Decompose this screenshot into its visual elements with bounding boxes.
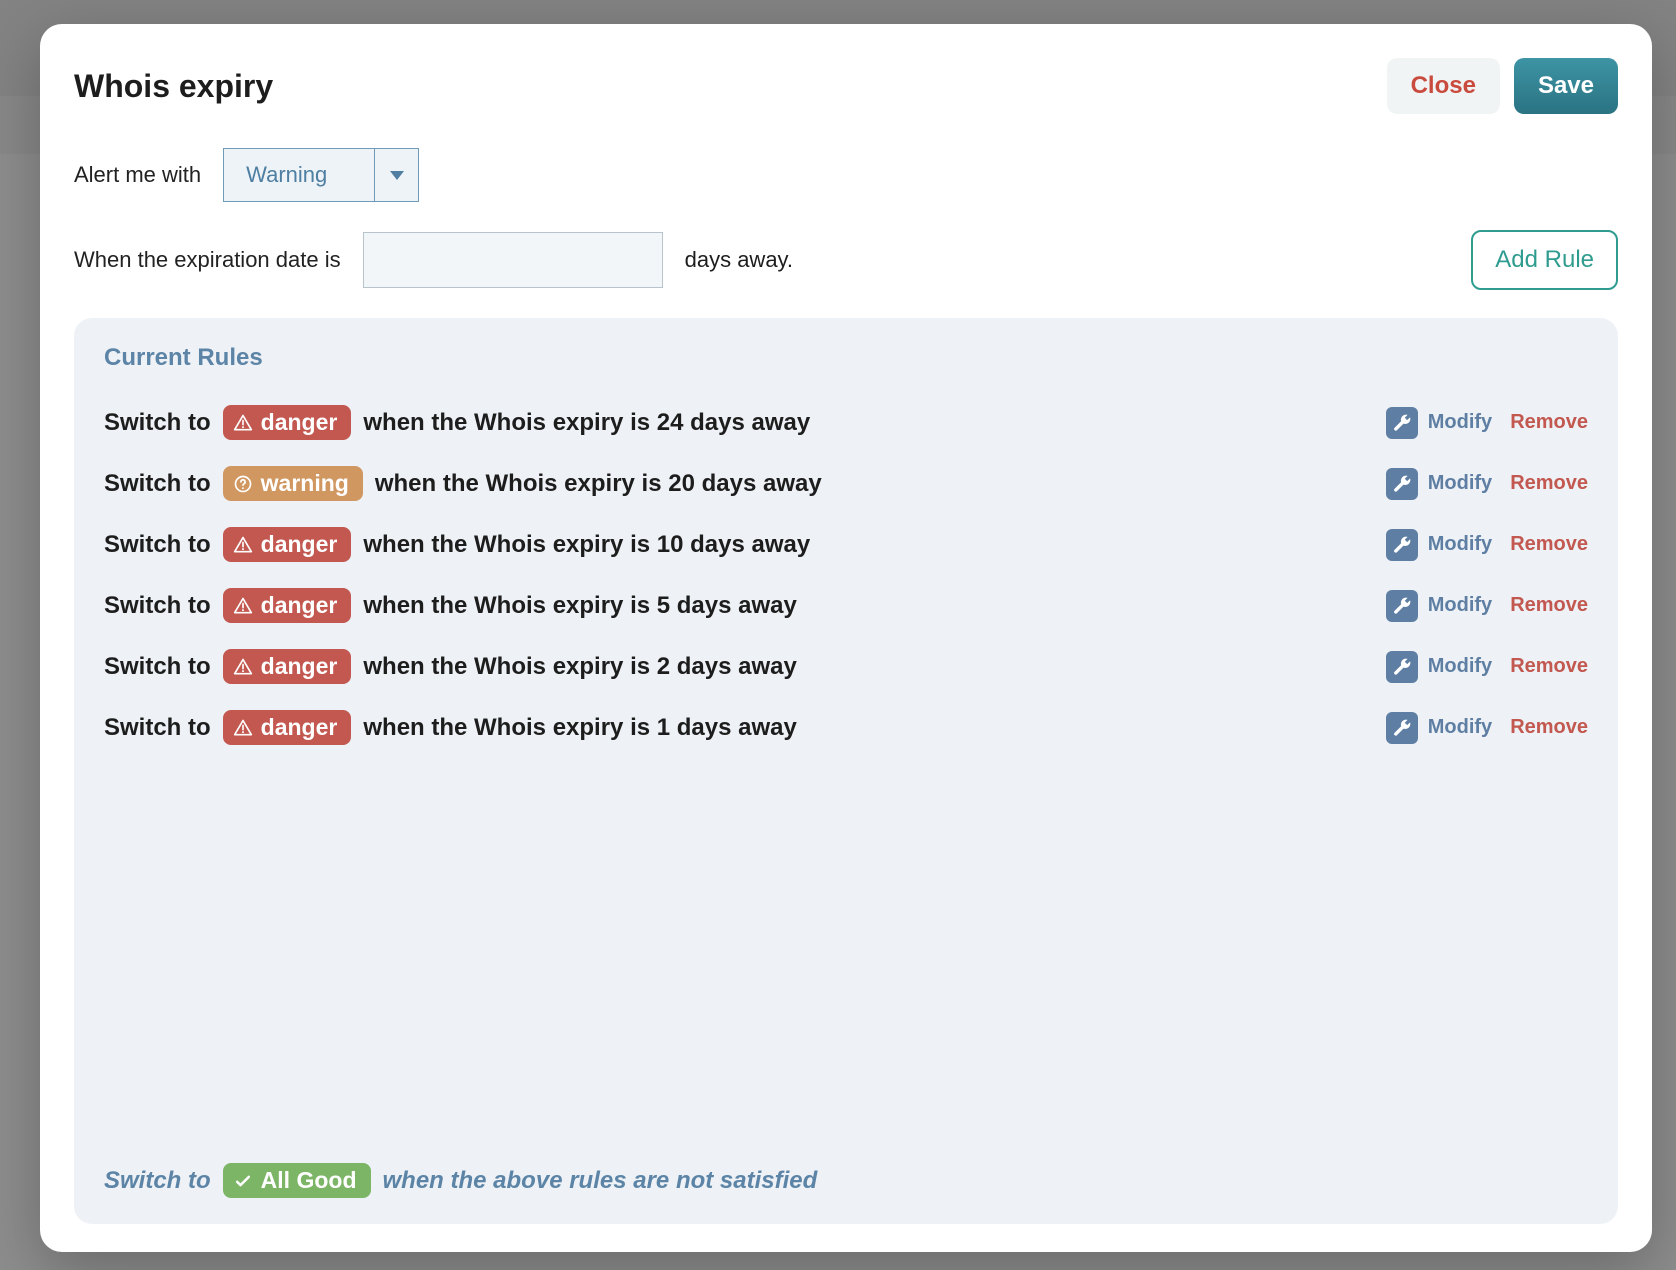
rule-prefix: Switch to [104, 592, 211, 620]
days-row: When the expiration date is days away. A… [74, 230, 1618, 290]
days-input[interactable] [363, 232, 663, 288]
wrench-icon [1392, 657, 1412, 677]
modify-button[interactable]: Modify [1386, 590, 1492, 622]
modify-label: Modify [1428, 655, 1492, 678]
status-badge-label: danger [261, 409, 338, 436]
modify-button[interactable]: Modify [1386, 407, 1492, 439]
question-circle-icon [233, 474, 253, 494]
wrench-icon-box [1386, 590, 1418, 622]
rule-prefix: Switch to [104, 653, 211, 681]
remove-button[interactable]: Remove [1510, 411, 1588, 434]
rule-prefix: Switch to [104, 470, 211, 498]
remove-button[interactable]: Remove [1510, 716, 1588, 739]
rule-row: Switch to warning when the Whois expiry is… [104, 453, 1588, 514]
remove-button[interactable]: Remove [1510, 655, 1588, 678]
whois-expiry-modal: Whois expiry Close Save Alert me with Wa… [40, 24, 1652, 1252]
rule-actions: Modify Remove [1386, 468, 1588, 500]
rule-condition: when the Whois expiry is 10 days away [363, 531, 810, 559]
status-badge: danger [223, 710, 352, 745]
warning-triangle-icon [233, 535, 253, 555]
warning-triangle-icon [233, 596, 253, 616]
alert-level-select[interactable]: Warning [223, 148, 419, 202]
rules-list: Switch to danger when the Whois expiry is … [104, 392, 1588, 758]
wrench-icon-box [1386, 529, 1418, 561]
rule-actions: Modify Remove [1386, 529, 1588, 561]
modify-label: Modify [1428, 472, 1492, 495]
status-badge: warning [223, 466, 363, 501]
fallback-prefix: Switch to [104, 1167, 211, 1195]
rule-actions: Modify Remove [1386, 712, 1588, 744]
wrench-icon [1392, 535, 1412, 555]
wrench-icon [1392, 718, 1412, 738]
modify-label: Modify [1428, 594, 1492, 617]
modify-button[interactable]: Modify [1386, 651, 1492, 683]
remove-button[interactable]: Remove [1510, 472, 1588, 495]
check-icon [233, 1171, 253, 1191]
fallback-rule: Switch to All Good when the above rules … [104, 1123, 1588, 1198]
current-rules-title: Current Rules [104, 344, 1588, 372]
save-button[interactable]: Save [1514, 58, 1618, 114]
rule-condition: when the Whois expiry is 24 days away [363, 409, 810, 437]
rule-prefix: Switch to [104, 531, 211, 559]
rule-row: Switch to danger when the Whois expiry is … [104, 392, 1588, 453]
status-badge-label: danger [261, 531, 338, 558]
modify-label: Modify [1428, 533, 1492, 556]
rule-condition: when the Whois expiry is 1 days away [363, 714, 797, 742]
wrench-icon-box [1386, 651, 1418, 683]
status-badge-label: danger [261, 592, 338, 619]
wrench-icon [1392, 596, 1412, 616]
rule-prefix: Switch to [104, 409, 211, 437]
modify-button[interactable]: Modify [1386, 712, 1492, 744]
expiration-when-label: When the expiration date is [74, 247, 341, 273]
rule-actions: Modify Remove [1386, 651, 1588, 683]
chevron-down-icon [374, 149, 418, 201]
all-good-badge: All Good [223, 1163, 371, 1198]
status-badge: danger [223, 588, 352, 623]
modify-button[interactable]: Modify [1386, 468, 1492, 500]
wrench-icon [1392, 474, 1412, 494]
current-rules-panel: Current Rules Switch to danger when the Wh… [74, 318, 1618, 1224]
days-suffix: days away. [685, 247, 793, 273]
rule-actions: Modify Remove [1386, 590, 1588, 622]
modify-label: Modify [1428, 411, 1492, 434]
rule-condition: when the Whois expiry is 5 days away [363, 592, 797, 620]
warning-triangle-icon [233, 718, 253, 738]
rule-condition: when the Whois expiry is 2 days away [363, 653, 797, 681]
alert-level-label: Alert me with [74, 162, 201, 188]
alert-level-row: Alert me with Warning [74, 148, 1618, 202]
status-badge-label: warning [261, 470, 349, 497]
status-badge: danger [223, 527, 352, 562]
status-badge-label: danger [261, 653, 338, 680]
wrench-icon [1392, 413, 1412, 433]
modify-button[interactable]: Modify [1386, 529, 1492, 561]
remove-button[interactable]: Remove [1510, 594, 1588, 617]
add-rule-button[interactable]: Add Rule [1471, 230, 1618, 290]
rule-row: Switch to danger when the Whois expiry is … [104, 697, 1588, 758]
status-badge-label: danger [261, 714, 338, 741]
all-good-badge-label: All Good [261, 1167, 357, 1194]
rule-prefix: Switch to [104, 714, 211, 742]
rule-condition: when the Whois expiry is 20 days away [375, 470, 822, 498]
modify-label: Modify [1428, 716, 1492, 739]
remove-button[interactable]: Remove [1510, 533, 1588, 556]
wrench-icon-box [1386, 407, 1418, 439]
rule-row: Switch to danger when the Whois expiry is … [104, 575, 1588, 636]
wrench-icon-box [1386, 468, 1418, 500]
modal-header: Whois expiry Close Save [74, 58, 1618, 114]
wrench-icon-box [1386, 712, 1418, 744]
rule-actions: Modify Remove [1386, 407, 1588, 439]
rule-row: Switch to danger when the Whois expiry is … [104, 636, 1588, 697]
status-badge: danger [223, 649, 352, 684]
alert-level-selected-value: Warning [224, 149, 374, 201]
close-button[interactable]: Close [1387, 58, 1500, 114]
rule-row: Switch to danger when the Whois expiry is … [104, 514, 1588, 575]
modal-header-buttons: Close Save [1387, 58, 1618, 114]
warning-triangle-icon [233, 657, 253, 677]
warning-triangle-icon [233, 413, 253, 433]
status-badge: danger [223, 405, 352, 440]
modal-title: Whois expiry [74, 68, 273, 105]
fallback-suffix: when the above rules are not satisfied [383, 1167, 818, 1195]
